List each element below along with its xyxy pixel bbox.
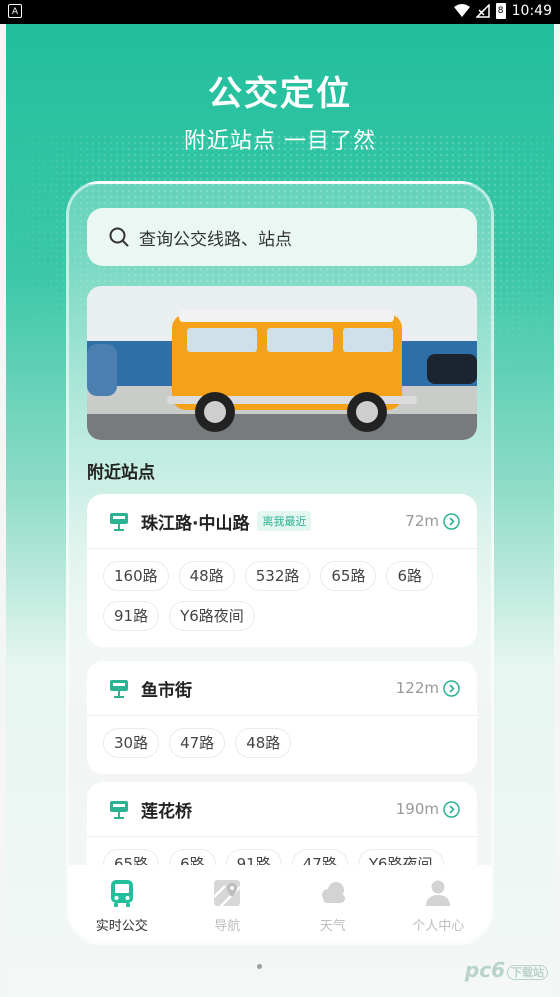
status-icons: 8 10:49 (453, 3, 552, 19)
stop-distance: 72m (405, 512, 439, 530)
notification-icon: A (8, 4, 22, 18)
phone-frame: 查询公交线路、站点 附近站点 珠江路·中山路 离我最近 72m 160路 48路… (66, 181, 494, 945)
bus-stop-icon (110, 513, 128, 531)
watermark-suffix: 下载站 (507, 964, 548, 980)
stop-name: 莲花桥 (141, 801, 192, 822)
route-chip[interactable]: 48路 (178, 561, 235, 591)
search-icon (109, 227, 129, 247)
route-chip[interactable]: 532路 (244, 561, 311, 591)
stop-name: 珠江路·中山路 (141, 513, 250, 534)
stop-card-header[interactable]: 珠江路·中山路 离我最近 72m (87, 494, 477, 549)
tab-navigation[interactable]: 导航 (175, 865, 281, 942)
route-chip[interactable]: 91路 (103, 601, 160, 631)
no-signal-icon (475, 4, 490, 18)
nearby-title: 附近站点 (87, 463, 155, 483)
chevron-right-icon[interactable] (443, 512, 460, 530)
route-list: 160路 48路 532路 65路 6路 91路 Y6路夜间 (87, 549, 477, 647)
tab-label: 实时公交 (95, 919, 148, 934)
search-bar[interactable]: 查询公交线路、站点 (87, 208, 477, 266)
chevron-right-icon[interactable] (443, 679, 460, 697)
page-subtitle: 附近站点 一目了然 (184, 129, 376, 154)
page-indicator (257, 964, 262, 969)
route-chip[interactable]: 65路 (320, 561, 377, 591)
route-chip[interactable]: 160路 (103, 561, 169, 591)
tab-label: 个人中心 (412, 919, 465, 934)
stop-card[interactable]: 鱼市街 122m 30路 47路 48路 (87, 661, 477, 774)
search-placeholder: 查询公交线路、站点 (139, 229, 292, 250)
route-list: 30路 47路 48路 (87, 716, 477, 774)
route-chip[interactable]: 6路 (386, 561, 434, 591)
route-chip[interactable]: 48路 (235, 728, 292, 758)
user-icon (426, 880, 451, 906)
stop-card-header[interactable]: 莲花桥 190m (87, 782, 477, 837)
tab-weather[interactable]: 天气 (280, 865, 386, 942)
banner-image[interactable] (87, 286, 477, 440)
watermark: pc6 下载站 (465, 958, 548, 982)
watermark-brand: pc6 (464, 958, 505, 982)
bus-icon (110, 880, 133, 907)
tab-realtime-bus[interactable]: 实时公交 (69, 865, 175, 942)
route-chip[interactable]: Y6路夜间 (169, 601, 255, 631)
van-illustration (87, 286, 477, 440)
bus-stop-icon (110, 801, 128, 819)
battery-icon: 8 (495, 3, 506, 19)
wifi-icon (453, 4, 470, 17)
tab-profile[interactable]: 个人中心 (386, 865, 492, 942)
stop-name: 鱼市街 (141, 680, 192, 701)
map-icon (213, 880, 242, 907)
route-chip[interactable]: 30路 (103, 728, 160, 758)
bottom-tab-bar: 实时公交 导航 天气 个人中心 (69, 865, 492, 942)
stop-distance: 122m (395, 679, 439, 697)
stop-card-header[interactable]: 鱼市街 122m (87, 661, 477, 716)
bus-stop-icon (110, 680, 128, 698)
cloud-icon (321, 882, 345, 903)
stop-distance: 190m (395, 800, 439, 818)
tab-label: 导航 (214, 919, 241, 934)
tab-label: 天气 (319, 919, 346, 934)
chevron-right-icon[interactable] (443, 800, 460, 818)
status-bar: A 8 10:49 (0, 0, 560, 24)
page-title: 公交定位 (208, 74, 352, 114)
nearest-badge: 离我最近 (257, 511, 312, 531)
stop-card[interactable]: 珠江路·中山路 离我最近 72m 160路 48路 532路 65路 6路 91… (87, 494, 477, 647)
clock: 10:49 (511, 3, 552, 19)
route-chip[interactable]: 47路 (169, 728, 226, 758)
